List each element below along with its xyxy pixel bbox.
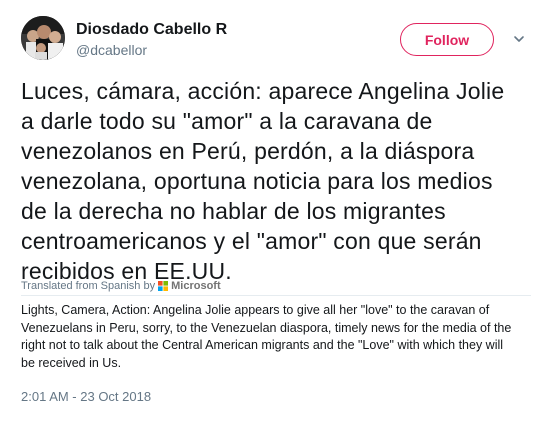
microsoft-logo-icon (158, 281, 169, 291)
tweet-card: Diosdado Cabello R @dcabellor Follow Luc… (0, 0, 550, 421)
translation-attribution: Translated from Spanish by Microsoft (21, 280, 221, 292)
chevron-down-icon[interactable] (512, 32, 526, 46)
translation-text: Lights, Camera, Action: Angelina Jolie a… (21, 303, 512, 370)
translation-label: Translated from Spanish by (21, 280, 156, 292)
tweet-text: Luces, cámara, acción: aparece Angelina … (21, 78, 505, 284)
author-handle[interactable]: @dcabellor (76, 42, 147, 58)
divider (21, 295, 531, 296)
tweet-timestamp[interactable]: 2:01 AM - 23 Oct 2018 (21, 389, 151, 404)
author-name[interactable]: Diosdado Cabello R (76, 21, 227, 39)
avatar[interactable] (21, 16, 65, 60)
translation-provider[interactable]: Microsoft (171, 280, 221, 292)
follow-button[interactable]: Follow (400, 23, 494, 56)
